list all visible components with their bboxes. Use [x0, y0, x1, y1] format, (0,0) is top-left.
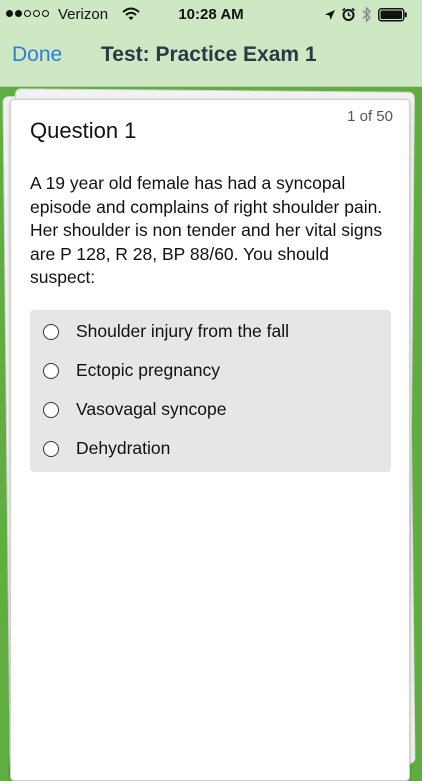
radio-icon[interactable]	[43, 362, 59, 379]
status-bar: Verizon 10:28 AM	[0, 0, 422, 30]
radio-icon[interactable]	[43, 440, 59, 457]
clock: 10:28 AM	[178, 6, 244, 23]
question-card: 1 of 50 Question 1 A 19 year old female …	[10, 99, 410, 781]
top-bar: Verizon 10:28 AM Done Test: Practice Exa…	[0, 0, 422, 87]
done-button[interactable]: Done	[12, 43, 62, 67]
bluetooth-icon	[362, 6, 372, 27]
alarm-icon	[341, 7, 356, 26]
question-title: Question 1	[30, 118, 137, 143]
question-text: A 19 year old female has had a syncopal …	[30, 173, 383, 287]
battery-icon	[378, 8, 408, 26]
radio-icon[interactable]	[43, 401, 59, 418]
question-counter: 1 of 50	[347, 108, 393, 125]
answer-option[interactable]: Vasovagal syncope	[30, 390, 391, 429]
answer-option-label: Dehydration	[76, 438, 171, 458]
answer-option-label: Vasovagal syncope	[76, 399, 227, 419]
location-icon	[324, 8, 336, 25]
answer-option[interactable]: Ectopic pregnancy	[30, 351, 391, 390]
answer-options: Shoulder injury from the fall Ectopic pr…	[30, 310, 391, 472]
answer-option[interactable]: Dehydration	[30, 429, 391, 468]
answer-option-label: Ectopic pregnancy	[76, 360, 220, 380]
answer-option-label: Shoulder injury from the fall	[76, 321, 290, 341]
page-title: Test: Practice Exam 1	[101, 43, 317, 66]
answer-option[interactable]: Shoulder injury from the fall	[30, 312, 391, 351]
navigation-bar: Done Test: Practice Exam 1	[0, 30, 422, 86]
radio-icon[interactable]	[43, 323, 59, 340]
